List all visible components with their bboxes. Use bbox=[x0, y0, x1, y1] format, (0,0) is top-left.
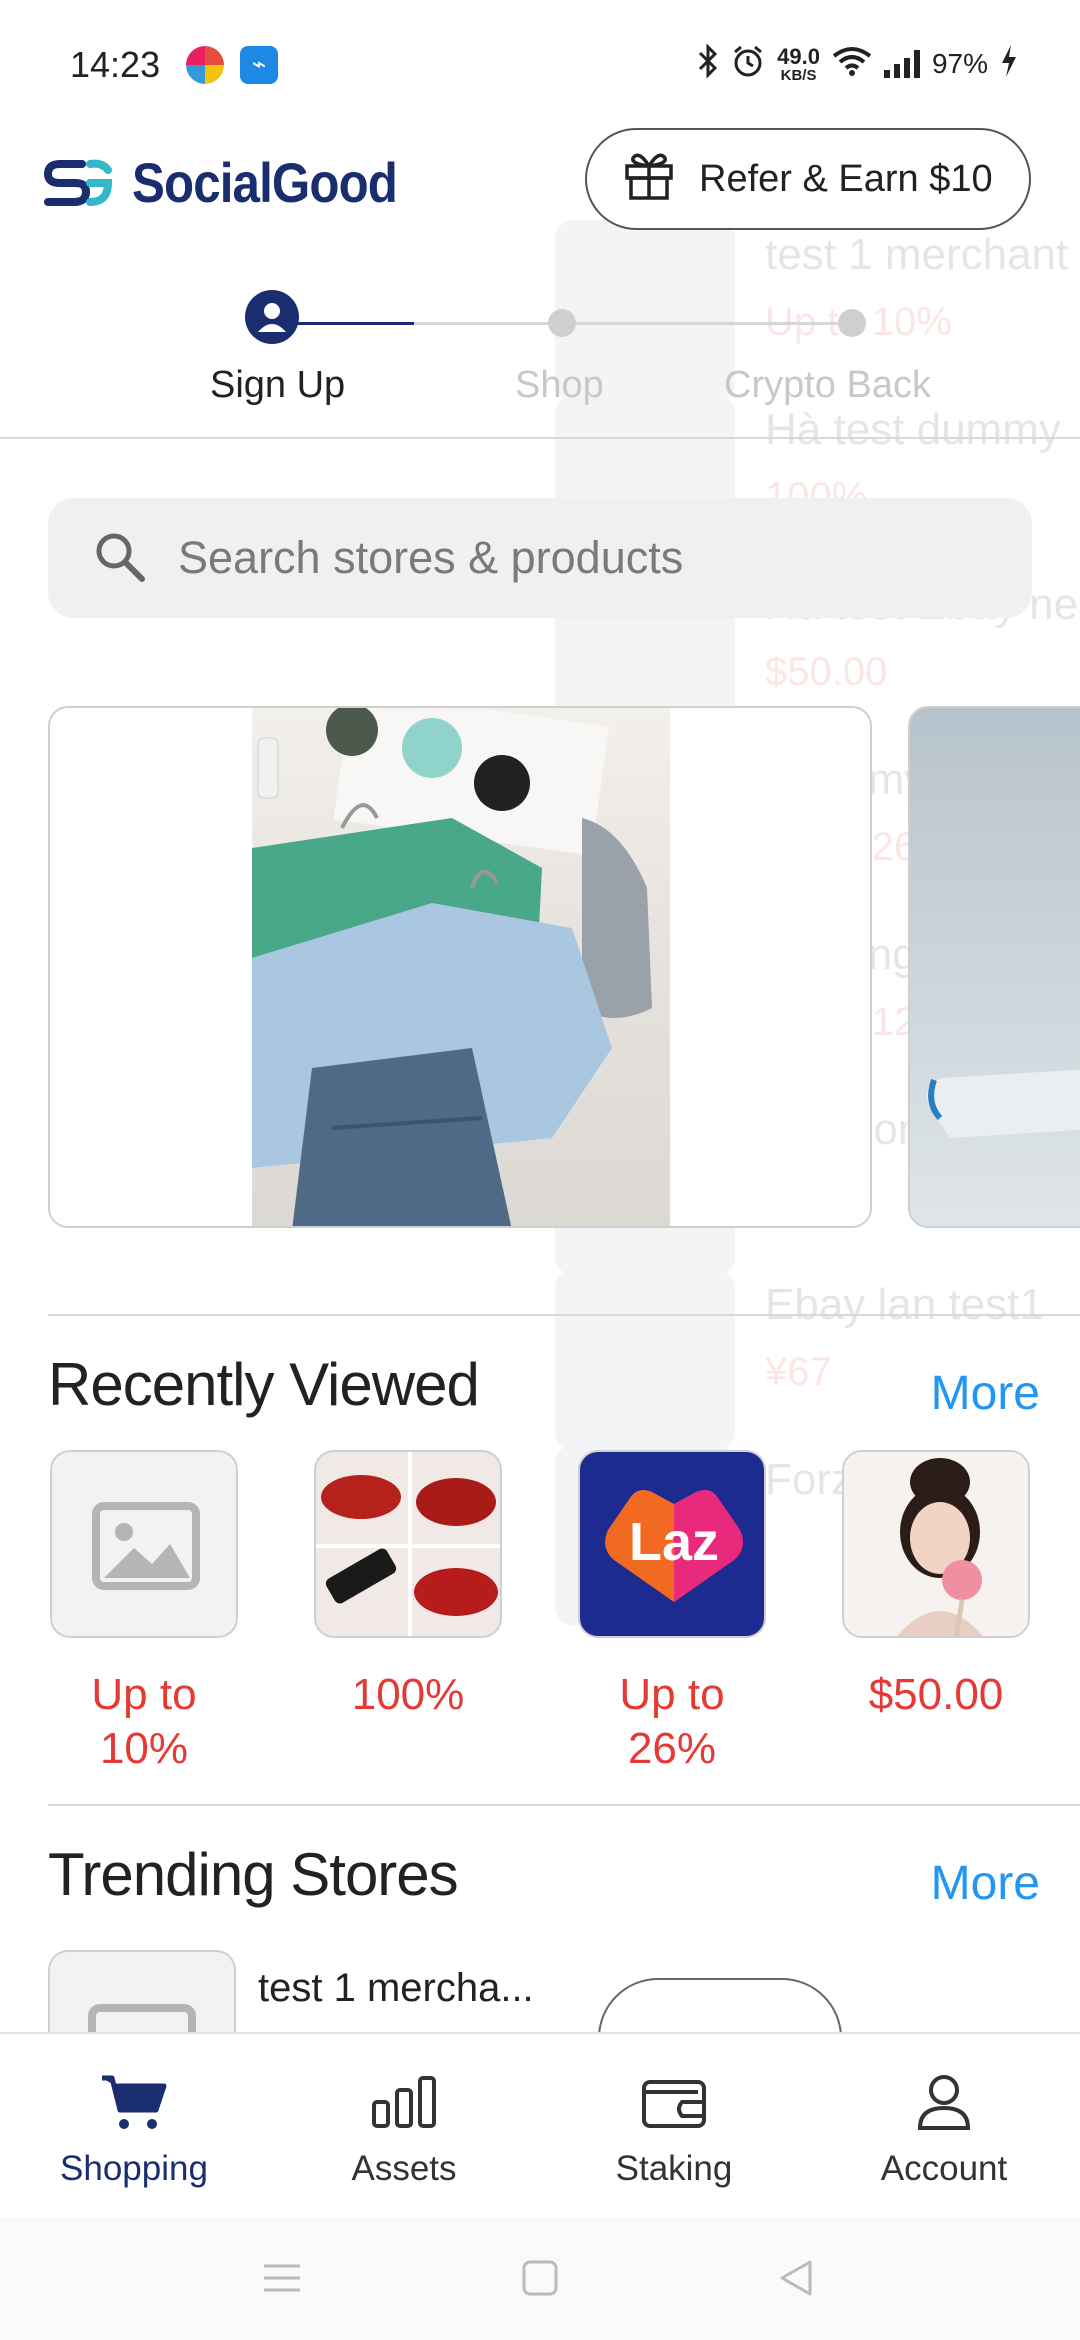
stepper-track-line bbox=[414, 322, 854, 325]
menu-icon[interactable] bbox=[262, 2258, 302, 2298]
step-label-crypto-back: Crypto Back bbox=[724, 364, 931, 406]
recent-item[interactable]: Laz Up to 26% bbox=[578, 1450, 766, 1776]
svg-text:Laz: Laz bbox=[629, 1512, 719, 1572]
battery-level: 97% bbox=[931, 48, 988, 79]
recent-item[interactable]: 100% bbox=[314, 1450, 502, 1722]
portrait-product-image bbox=[844, 1452, 1028, 1636]
gift-icon bbox=[621, 146, 677, 212]
trending-stores-more-link[interactable]: More bbox=[931, 1856, 1040, 1911]
lipstick-product-image bbox=[316, 1452, 500, 1636]
section-divider bbox=[48, 1314, 1080, 1316]
step-crypto-back-indicator bbox=[838, 309, 866, 337]
step-label-sign-up: Sign Up bbox=[210, 364, 346, 406]
status-right: 49.0 KB/S 97% bbox=[697, 42, 1018, 85]
store-name[interactable]: test 1 mercha... bbox=[258, 1966, 534, 2011]
nav-assets-label: Assets bbox=[351, 2149, 457, 2188]
status-time: 14:23 bbox=[70, 44, 161, 85]
signal-icon bbox=[883, 50, 920, 78]
step-sign-up-indicator bbox=[245, 290, 299, 344]
trending-stores-title: Trending Stores bbox=[48, 1841, 459, 1908]
nav-staking[interactable]: Staking bbox=[574, 2072, 774, 2189]
brand-name: SocialGood bbox=[132, 151, 398, 214]
recent-item-thumb bbox=[842, 1450, 1030, 1638]
system-nav-bar bbox=[0, 2218, 1080, 2340]
recently-viewed-more-link[interactable]: More bbox=[931, 1366, 1040, 1421]
net-speed-unit: KB/S bbox=[780, 66, 817, 84]
alarm-icon bbox=[731, 44, 765, 85]
status-bar: 14:23 ⌁ 49.0 KB/S 97% bbox=[0, 0, 1080, 130]
recently-viewed-title: Recently Viewed bbox=[48, 1351, 480, 1418]
nav-assets[interactable]: Assets bbox=[304, 2072, 504, 2189]
lazada-logo: Laz bbox=[578, 1450, 766, 1638]
nav-shopping-label: Shopping bbox=[60, 2149, 208, 2188]
header-divider bbox=[0, 437, 1080, 439]
recent-item[interactable]: $50.00 bbox=[842, 1450, 1030, 1722]
step-label-shop: Shop bbox=[515, 364, 604, 406]
recent-item-cashback: 100% bbox=[351, 1670, 465, 1719]
search-icon bbox=[90, 527, 148, 590]
nav-account-label: Account bbox=[880, 2149, 1008, 2188]
promo-banner[interactable] bbox=[48, 706, 872, 1228]
brand-logo[interactable]: SocialGood bbox=[42, 150, 433, 215]
user-icon bbox=[258, 303, 286, 332]
cart-icon bbox=[102, 2075, 167, 2129]
wallet-icon bbox=[642, 2080, 706, 2128]
bar-chart-icon bbox=[372, 2076, 436, 2128]
home-icon[interactable] bbox=[520, 2258, 560, 2298]
bluetooth-icon bbox=[697, 42, 719, 85]
banner-image bbox=[252, 708, 670, 1226]
user-icon bbox=[917, 2075, 971, 2130]
onboarding-stepper: Sign Up Shop Crypto Back bbox=[0, 290, 1080, 440]
nav-shopping[interactable]: Shopping bbox=[34, 2072, 234, 2189]
refer-earn-label: Refer & Earn $10 bbox=[699, 157, 993, 200]
recent-item-thumb bbox=[50, 1450, 238, 1638]
image-placeholder-icon bbox=[92, 1502, 200, 1590]
refer-earn-button[interactable]: Refer & Earn $10 bbox=[585, 128, 1031, 230]
recent-item-cashback: Up to 10% bbox=[91, 1670, 197, 1773]
promo-banner-2[interactable] bbox=[908, 706, 1080, 1228]
socialgood-logo-icon bbox=[42, 156, 114, 210]
section-divider bbox=[48, 1804, 1080, 1806]
wifi-icon bbox=[832, 46, 872, 83]
recent-item-price: $50.00 bbox=[868, 1670, 1004, 1719]
nav-staking-label: Staking bbox=[615, 2149, 733, 2188]
search-bar[interactable]: Search stores & products bbox=[48, 498, 1032, 618]
nav-account[interactable]: Account bbox=[844, 2072, 1044, 2189]
back-icon[interactable] bbox=[776, 2258, 816, 2298]
net-speed-value: 49.0 bbox=[777, 43, 820, 69]
step-shop-indicator bbox=[548, 309, 576, 337]
app-header: SocialGood Refer & Earn $10 bbox=[0, 128, 1080, 238]
recent-item-thumb bbox=[314, 1450, 502, 1638]
recent-item[interactable]: Up to 10% bbox=[50, 1450, 238, 1776]
browser-app-icon bbox=[186, 46, 224, 84]
charging-icon bbox=[1000, 44, 1018, 84]
banner-2-image bbox=[926, 1069, 1080, 1138]
usb-icon: ⌁ bbox=[240, 46, 278, 84]
bottom-nav: Shopping Assets Staking Account bbox=[0, 2032, 1080, 2218]
recent-item-cashback: Up to 26% bbox=[619, 1670, 725, 1773]
net-speed: 49.0 KB/S bbox=[777, 43, 820, 84]
search-placeholder: Search stores & products bbox=[178, 532, 684, 583]
